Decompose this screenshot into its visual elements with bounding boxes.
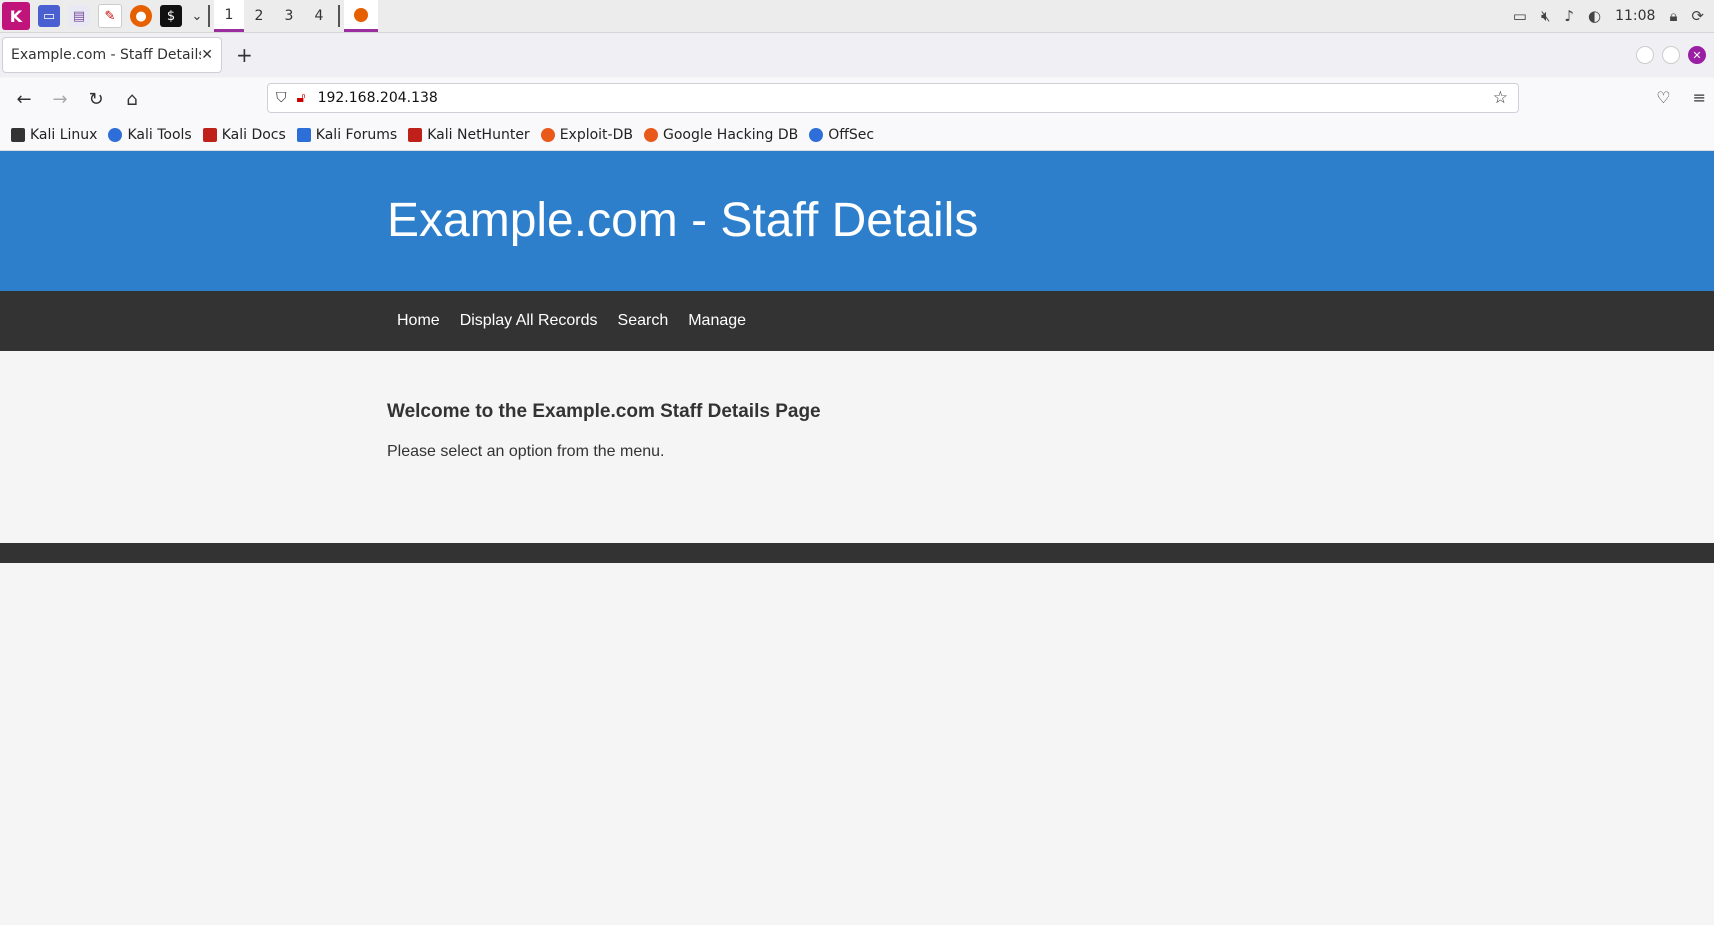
text-editor-icon[interactable]: ✎ <box>98 4 122 28</box>
firefox-window-button[interactable] <box>344 0 378 32</box>
bookmark-label: Kali Linux <box>30 127 98 143</box>
ghdb-icon <box>643 128 658 142</box>
exploit-db-icon <box>540 128 555 142</box>
terminal-icon[interactable]: $ <box>160 5 182 27</box>
forward-button[interactable]: → <box>42 89 78 110</box>
kali-nethunter-icon <box>408 128 423 142</box>
notification-bell-icon[interactable]: ♪ <box>1564 7 1574 25</box>
taskbar-separator <box>338 5 340 27</box>
workspace-3[interactable]: 3 <box>274 0 304 32</box>
menu-search-link[interactable]: Search <box>618 312 669 330</box>
system-taskbar: K ▭ ▤ ✎ ● $ ⌄ 1 2 3 4 ▭ 🔇︎ ♪ ◐ 11:08 🔒︎ … <box>0 0 1714 33</box>
new-tab-button[interactable]: + <box>236 43 253 67</box>
page-title: Example.com - Staff Details <box>387 194 979 247</box>
logout-icon[interactable]: ⟳ <box>1691 7 1704 25</box>
home-button[interactable]: ⌂ <box>114 89 150 110</box>
back-button[interactable]: ← <box>6 89 42 110</box>
menu-display-all-records-link[interactable]: Display All Records <box>460 312 598 330</box>
workspace-4[interactable]: 4 <box>304 0 334 32</box>
bookmark-label: Kali Tools <box>127 127 192 143</box>
firefox-launcher-icon[interactable]: ● <box>130 5 152 27</box>
site-menu: Home Display All Records Search Manage <box>0 291 1714 351</box>
kali-forums-icon <box>296 128 311 142</box>
kali-menu-icon[interactable]: K <box>2 2 30 30</box>
bookmark-kali-linux[interactable]: Kali Linux <box>11 127 97 143</box>
bookmark-star-icon[interactable]: ☆ <box>1493 88 1508 108</box>
workspace-2[interactable]: 2 <box>244 0 274 32</box>
offsec-icon <box>809 128 824 142</box>
bookmark-label: Kali Docs <box>221 127 286 143</box>
bookmark-kali-nethunter[interactable]: Kali NetHunter <box>408 127 530 143</box>
bookmarks-toolbar: Kali Linux Kali Tools Kali Docs Kali For… <box>0 120 1714 151</box>
close-tab-icon[interactable]: ✕ <box>201 47 213 63</box>
file-manager-icon[interactable]: ▤ <box>68 5 90 27</box>
tab-title: Example.com - Staff Details <box>11 47 202 63</box>
close-window-button[interactable]: ✕ <box>1688 46 1706 64</box>
browser-tab[interactable]: Example.com - Staff Details ✕ <box>2 37 222 73</box>
bookmark-kali-docs[interactable]: Kali Docs <box>202 127 286 143</box>
welcome-heading: Welcome to the Example.com Staff Details… <box>387 401 821 422</box>
workspace-1[interactable]: 1 <box>214 0 244 32</box>
chevron-down-icon[interactable]: ⌄ <box>190 5 204 27</box>
power-manager-icon[interactable]: ◐ <box>1588 7 1601 25</box>
display-icon[interactable]: ▭ <box>1513 7 1527 25</box>
bookmark-offsec[interactable]: OffSec <box>809 127 874 143</box>
kali-docs-icon <box>202 128 217 142</box>
bookmark-kali-tools[interactable]: Kali Tools <box>108 127 192 143</box>
kali-tools-icon <box>108 128 123 142</box>
menu-manage-link[interactable]: Manage <box>688 312 746 330</box>
bookmark-label: Exploit-DB <box>559 127 633 143</box>
kali-linux-icon <box>11 128 25 142</box>
page-footer <box>0 543 1714 563</box>
bookmark-label: Kali Forums <box>315 127 398 143</box>
firefox-icon <box>354 7 368 22</box>
menu-home-link[interactable]: Home <box>397 312 440 330</box>
bookmark-kali-forums[interactable]: Kali Forums <box>296 127 398 143</box>
pocket-icon[interactable]: ♡ <box>1656 88 1670 107</box>
tracking-protection-shield-icon[interactable]: ⛉ <box>276 90 287 106</box>
bookmark-google-hacking-db[interactable]: Google Hacking DB <box>643 127 799 143</box>
reload-button[interactable]: ↻ <box>78 89 114 110</box>
tab-strip: Example.com - Staff Details ✕ + ✕ <box>0 33 1714 77</box>
navigation-toolbar: ← → ↻ ⌂ ⛉ 🔓︎ 192.168.204.138 ☆ ♡ ≡ <box>0 78 1714 120</box>
volume-muted-icon[interactable]: 🔇︎ <box>1541 7 1550 25</box>
minimize-button[interactable] <box>1636 46 1654 64</box>
desktop-icon[interactable]: ▭ <box>38 5 60 27</box>
bookmark-label: Kali NetHunter <box>427 127 530 143</box>
maximize-button[interactable] <box>1662 46 1680 64</box>
welcome-text: Please select an option from the menu. <box>387 443 665 460</box>
bookmark-label: Google Hacking DB <box>662 127 799 143</box>
url-text[interactable]: 192.168.204.138 <box>318 90 438 106</box>
clock[interactable]: 11:08 <box>1615 8 1655 24</box>
taskbar-separator <box>208 5 210 27</box>
web-page: Example.com - Staff Details Home Display… <box>0 151 1714 925</box>
main-content: Welcome to the Example.com Staff Details… <box>387 401 821 461</box>
insecure-lock-icon[interactable]: 🔓︎ <box>297 90 306 106</box>
lock-screen-icon[interactable]: 🔒︎ <box>1669 7 1677 25</box>
bookmark-exploit-db[interactable]: Exploit-DB <box>540 127 633 143</box>
bookmark-label: OffSec <box>828 127 875 143</box>
page-header: Example.com - Staff Details <box>0 151 1714 291</box>
hamburger-menu-icon[interactable]: ≡ <box>1693 88 1706 107</box>
address-bar[interactable]: ⛉ 🔓︎ 192.168.204.138 ☆ <box>267 83 1519 113</box>
